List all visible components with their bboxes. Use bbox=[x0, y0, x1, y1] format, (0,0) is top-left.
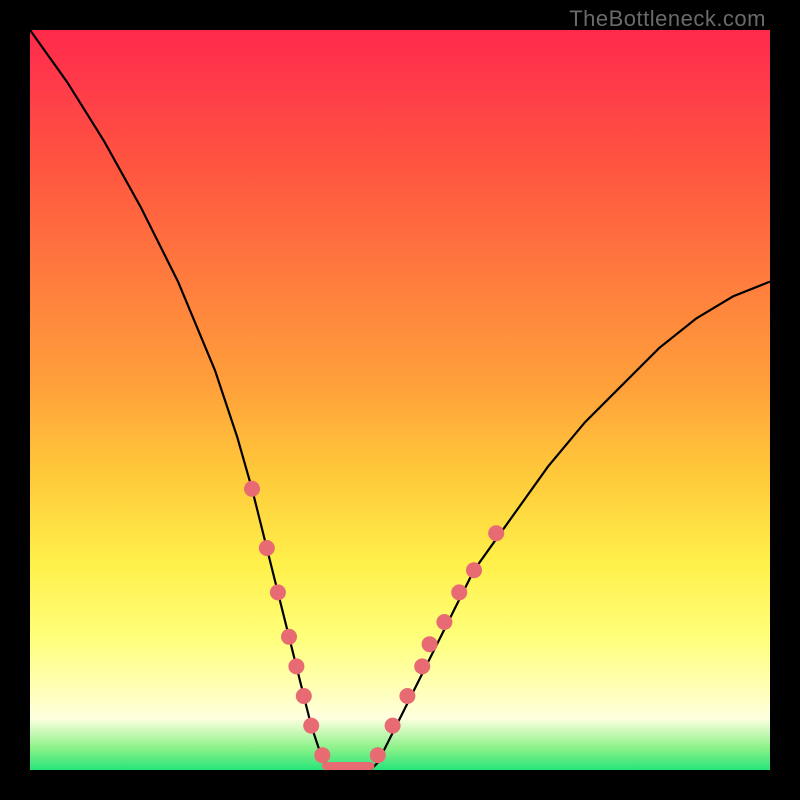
curve-dot bbox=[399, 688, 415, 704]
curve-dot bbox=[488, 525, 504, 541]
curve-dot bbox=[451, 584, 467, 600]
curve-svg bbox=[30, 30, 770, 770]
curve-dot bbox=[466, 562, 482, 578]
curve-dot bbox=[436, 614, 452, 630]
watermark-text: TheBottleneck.com bbox=[569, 6, 766, 32]
curve-dot bbox=[303, 718, 319, 734]
curve-dot bbox=[244, 481, 260, 497]
curve-dot bbox=[296, 688, 312, 704]
bottleneck-curve bbox=[30, 30, 770, 770]
curve-dot bbox=[370, 747, 386, 763]
chart-frame: TheBottleneck.com bbox=[0, 0, 800, 800]
curve-dot bbox=[314, 747, 330, 763]
curve-dot bbox=[288, 658, 304, 674]
curve-dot bbox=[385, 718, 401, 734]
curve-dot bbox=[281, 629, 297, 645]
curve-dot bbox=[270, 584, 286, 600]
curve-dot bbox=[414, 658, 430, 674]
plot-area bbox=[30, 30, 770, 770]
curve-dot bbox=[259, 540, 275, 556]
curve-dots bbox=[244, 481, 504, 763]
curve-dot bbox=[422, 636, 438, 652]
